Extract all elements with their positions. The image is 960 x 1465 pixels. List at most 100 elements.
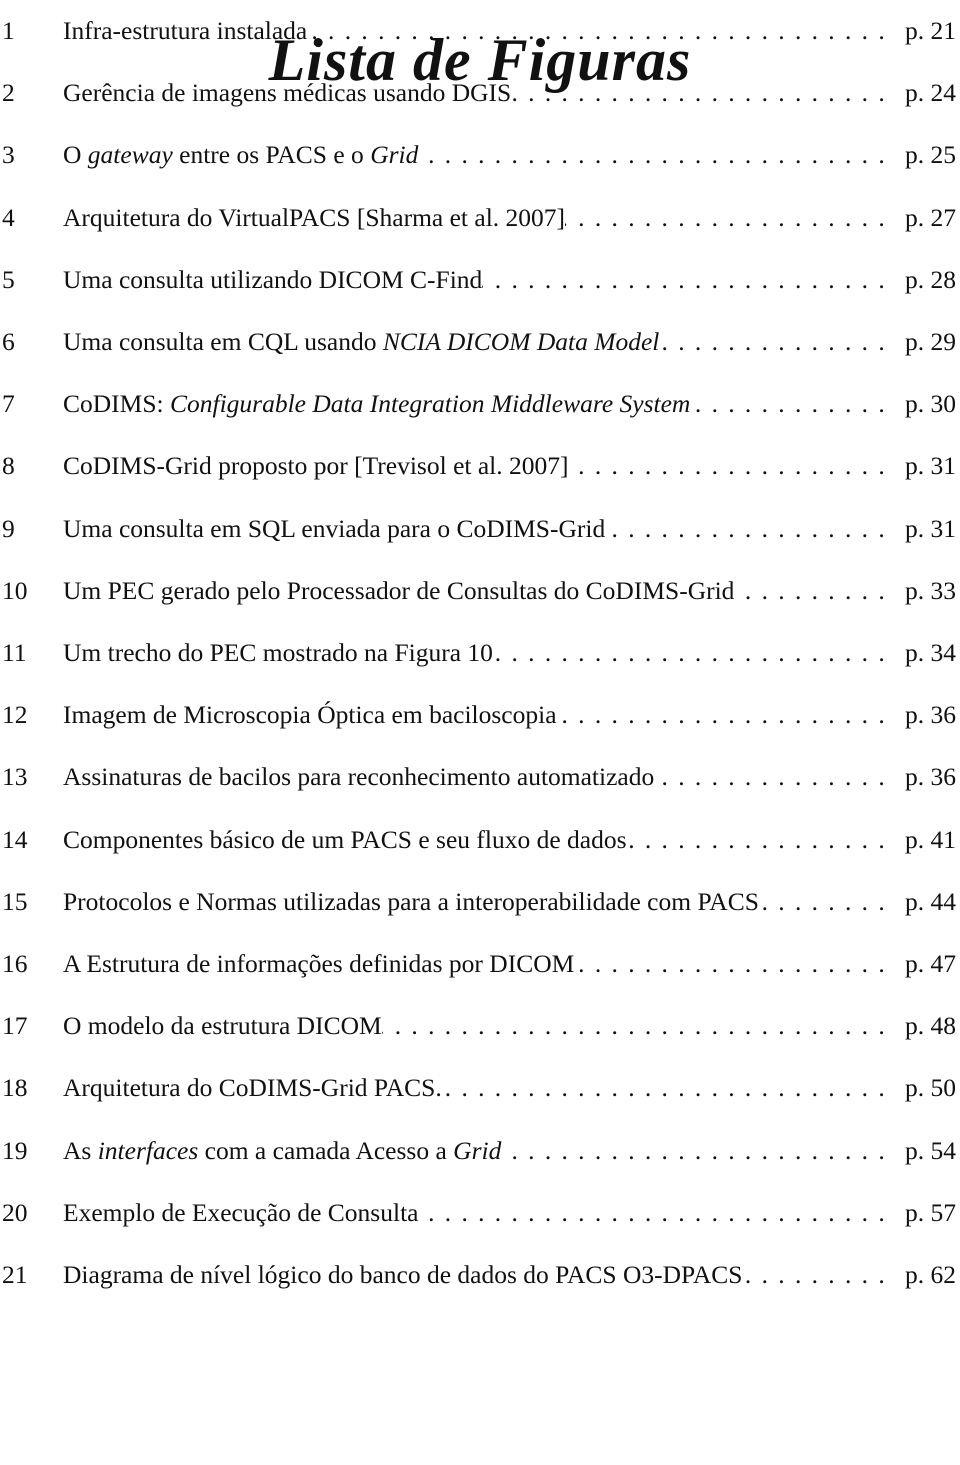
figure-caption: Gerência de imagens médicas usando DGIS (63, 78, 512, 108)
dot-leader: ........................................… (442, 1073, 895, 1103)
list-item[interactable]: 10 Um PEC gerado pelo Processador de Cons… (0, 571, 960, 611)
page-number[interactable]: p. 50 (905, 1068, 960, 1108)
figure-number: 17 (2, 1011, 28, 1041)
page-number[interactable]: p. 33 (905, 571, 960, 611)
figure-number: 7 (2, 389, 15, 419)
list-item[interactable]: 16 A Estrutura de informações definidas p… (0, 944, 960, 984)
figure-caption: CoDIMS: Configurable Data Integration Mi… (63, 389, 691, 419)
dot-leader: ........................................… (557, 700, 895, 730)
list-item[interactable]: 19 As interfaces com a camada Acesso a Gr… (0, 1131, 960, 1171)
list-item[interactable]: 4 Arquitetura do VirtualPACS [Sharma et a… (0, 198, 960, 238)
list-item[interactable]: 17 O modelo da estrutura DICOM...........… (0, 1006, 960, 1046)
figure-caption: Componentes básico de um PACS e seu flux… (63, 824, 627, 854)
dot-leader: ........................................… (418, 140, 895, 170)
list-item[interactable]: 6 Uma consulta em CQL usando NCIA DICOM D… (0, 322, 960, 362)
figure-number: 3 (2, 140, 15, 170)
figure-caption: CoDIMS-Grid proposto por [Trevisol et al… (63, 451, 569, 481)
list-item[interactable]: 20 Exemplo de Execução de Consulta.......… (0, 1193, 960, 1233)
list-item[interactable]: 14 Componentes básico de um PACS e seu fl… (0, 820, 960, 860)
figure-number: 12 (2, 700, 28, 730)
dot-leader: ........................................… (759, 886, 895, 916)
list-item[interactable]: 7 CoDIMS: Configurable Data Integration M… (0, 384, 960, 424)
list-item[interactable]: 13 Assinaturas de bacilos para reconhecim… (0, 757, 960, 797)
figure-caption: Um PEC gerado pelo Processador de Consul… (63, 575, 735, 605)
page-number[interactable]: p. 29 (905, 322, 960, 362)
dot-leader: ........................................… (565, 202, 895, 232)
page-number[interactable]: p. 36 (905, 695, 960, 735)
figure-number: 21 (2, 1260, 28, 1289)
list-item[interactable]: 8 CoDIMS-Grid proposto por [Trevisol et a… (0, 446, 960, 486)
list-item[interactable]: 21 Diagrama de nível lógico do banco de d… (0, 1255, 960, 1295)
figure-caption: Arquitetura do CoDIMS-Grid PACS. (63, 1073, 442, 1103)
page-number[interactable]: p. 48 (905, 1006, 960, 1046)
list-item[interactable]: 3 O gateway entre os PACS e o Grid.......… (0, 135, 960, 175)
dot-leader: ........................................… (574, 949, 895, 978)
figure-caption: Diagrama de nível lógico do banco de dad… (63, 1260, 743, 1289)
page-number[interactable]: p. 44 (905, 882, 960, 922)
list-item[interactable]: 12 Imagem de Microscopia Óptica em bacilo… (0, 695, 960, 735)
figure-caption: Assinaturas de bacilos para reconhecimen… (63, 762, 655, 792)
figure-number: 20 (2, 1197, 28, 1227)
dot-leader: ........................................… (418, 1197, 895, 1227)
dot-leader: ........................................… (493, 638, 895, 667)
dot-leader: ........................................… (690, 389, 895, 419)
page-number[interactable]: p. 30 (905, 384, 960, 424)
figure-caption: Uma consulta utilizando DICOM C-Find (63, 264, 483, 294)
page-number[interactable]: p. 25 (905, 135, 960, 175)
figure-caption: Arquitetura do VirtualPACS [Sharma et al… (63, 202, 566, 232)
list-item[interactable]: 1 Infra-estrutura instalada..............… (0, 11, 960, 51)
figure-number: 4 (2, 202, 15, 232)
page-number[interactable]: p. 27 (905, 198, 960, 238)
dot-leader: ........................................… (627, 824, 895, 854)
dot-leader: ........................................… (659, 327, 895, 356)
dot-leader: ........................................… (482, 264, 895, 294)
list-item[interactable]: 5 Uma consulta utilizando DICOM C-Find...… (0, 260, 960, 300)
page-number[interactable]: p. 54 (905, 1131, 960, 1171)
dot-leader: ........................................… (501, 1135, 895, 1165)
page-number[interactable]: p. 41 (905, 820, 960, 860)
dot-leader: ........................................… (568, 451, 895, 481)
figure-caption: Infra-estrutura instalada (63, 16, 308, 45)
page-number[interactable]: p. 31 (905, 509, 960, 549)
figure-number: 1 (2, 16, 15, 45)
dot-leader: ........................................… (654, 762, 895, 792)
page-number[interactable]: p. 36 (905, 757, 960, 797)
figure-number: 19 (2, 1135, 28, 1165)
figure-number: 6 (2, 327, 15, 356)
figure-caption: Um trecho do PEC mostrado na Figura 10 (63, 638, 493, 667)
page-number[interactable]: p. 24 (905, 73, 960, 113)
figure-number: 5 (2, 264, 15, 294)
figure-caption: Protocolos e Normas utilizadas para a in… (63, 886, 759, 916)
list-item[interactable]: 11 Um trecho do PEC mostrado na Figura 10… (0, 633, 960, 673)
page-number[interactable]: p. 34 (905, 633, 960, 673)
figure-number: 18 (2, 1073, 28, 1103)
figure-number: 2 (2, 78, 15, 108)
page-number[interactable]: p. 28 (905, 260, 960, 300)
figure-number: 9 (2, 513, 15, 543)
page-number[interactable]: p. 62 (905, 1255, 960, 1295)
list-item[interactable]: 9 Uma consulta em SQL enviada para o CoDI… (0, 509, 960, 549)
figure-caption: Imagem de Microscopia Óptica em bacilosc… (63, 700, 557, 730)
dot-leader: ........................................… (742, 1260, 895, 1289)
list-item[interactable]: 15 Protocolos e Normas utilizadas para a … (0, 882, 960, 922)
figure-caption: A Estrutura de informações definidas por… (63, 949, 575, 978)
list-item[interactable]: 18 Arquitetura do CoDIMS-Grid PACS.......… (0, 1068, 960, 1108)
list-item[interactable]: 2 Gerência de imagens médicas usando DGIS… (0, 73, 960, 113)
figure-number: 16 (2, 949, 28, 978)
figure-number: 10 (2, 575, 28, 605)
page-number[interactable]: p. 47 (905, 944, 960, 984)
dot-leader: ........................................… (382, 1011, 895, 1041)
figure-number: 8 (2, 451, 15, 481)
figure-caption: O modelo da estrutura DICOM (63, 1011, 382, 1041)
dot-leader: ........................................… (734, 575, 895, 605)
figure-number: 13 (2, 762, 28, 792)
figure-caption: Exemplo de Execução de Consulta (63, 1197, 419, 1227)
page-number[interactable]: p. 57 (905, 1193, 960, 1233)
page-number[interactable]: p. 21 (905, 11, 960, 51)
figure-caption: O gateway entre os PACS e o Grid (63, 140, 419, 170)
dot-leader: ........................................… (511, 78, 895, 108)
dot-leader: ........................................… (605, 513, 895, 543)
figure-caption: As interfaces com a camada Acesso a Grid (63, 1135, 502, 1165)
figure-number: 11 (2, 638, 27, 667)
page-number[interactable]: p. 31 (905, 446, 960, 486)
